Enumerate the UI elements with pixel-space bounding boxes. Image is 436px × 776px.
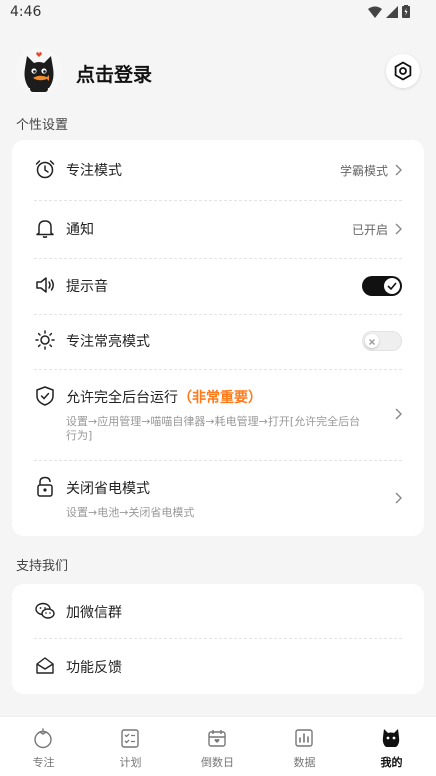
profile-header: 点击登录 [16,48,420,96]
chevron-right-icon [395,492,402,504]
mail-open-icon [36,657,54,674]
unlock-icon [37,476,53,497]
section-title-personal: 个性设置 [16,118,69,133]
chevron-right-icon [395,164,402,176]
login-button[interactable]: 点击登录 [76,60,152,87]
tab-plan[interactable]: 计划 [87,717,174,776]
divider [34,460,402,461]
notification-value: 已开启 [351,223,388,237]
check-icon [387,282,397,291]
checklist-icon [121,729,139,748]
shield-check-icon [36,386,54,406]
wechat-group-label: 加微信群 [66,605,122,621]
divider [34,258,402,259]
cross-icon [369,339,375,345]
background-run-row[interactable]: 允许完全后台运行（非常重要） 设置→应用管理→喵喵自律器→耗电管理→打开[允许完… [34,385,402,443]
background-run-emphasis: （非常重要） [178,390,262,406]
tab-countdown[interactable]: 倒数日 [174,717,261,776]
bar-chart-icon [295,729,313,747]
tab-focus[interactable]: 专注 [0,717,87,776]
speaker-icon [36,277,54,293]
chevron-right-icon [395,223,402,235]
focus-mode-value: 学霸模式 [339,164,388,178]
tab-label: 我的 [380,756,403,769]
avatar[interactable] [16,48,62,94]
sound-toggle[interactable] [362,276,402,296]
personal-settings-card: 专注模式 学霸模式 通知 已开启 提示音 专注常亮模式 允许完全后台运行（非常重… [12,140,424,536]
background-run-title: 允许完全后台运行 [66,390,178,406]
power-saving-row[interactable]: 关闭省电模式 设置→电池→关闭省电模式 [34,476,402,520]
chevron-right-icon [395,408,402,420]
alarm-clock-icon [35,160,55,179]
gear-icon [394,61,412,81]
sound-label: 提示音 [66,279,108,295]
sound-row: 提示音 [34,274,402,298]
status-bar: 4:46 [0,0,436,26]
feedback-label: 功能反馈 [66,660,122,676]
focus-mode-label: 专注模式 [66,163,122,179]
support-card: 加微信群 功能反馈 [12,584,424,694]
background-run-path: 设置→应用管理→喵喵自律器→耗电管理→打开[允许完全后台行为] [66,415,361,442]
screen-on-row: 专注常亮模式 [34,329,402,353]
divider [34,200,402,201]
tab-label: 数据 [293,756,316,769]
feedback-row[interactable]: 功能反馈 [34,655,402,679]
settings-button[interactable] [386,54,420,88]
background-run-label: 允许完全后台运行（非常重要） [66,387,262,407]
divider [34,638,402,639]
section-title-support: 支持我们 [16,559,69,574]
toggle-knob [365,334,379,348]
wechat-icon [35,602,55,619]
tab-label: 计划 [119,756,142,769]
notification-row[interactable]: 通知 已开启 [34,217,402,241]
power-saving-path: 设置→电池→关闭省电模式 [66,506,195,519]
tab-mine[interactable]: 我的 [348,717,435,776]
focus-mode-row[interactable]: 专注模式 学霸模式 [34,158,402,182]
status-icons [368,5,410,18]
tab-label: 专注 [32,756,55,769]
notification-label: 通知 [66,222,94,238]
bell-icon [36,220,54,238]
calendar-icon [208,730,226,747]
signal-icon [386,5,398,18]
status-time: 4:46 [10,4,42,20]
screen-on-toggle[interactable] [362,331,402,351]
divider [34,314,402,315]
wifi-icon [368,6,382,18]
divider [34,369,402,370]
cat-icon [382,729,400,747]
battery-icon [402,5,410,18]
cat-avatar-icon [16,48,62,94]
toggle-knob [384,278,400,294]
screen-on-label: 专注常亮模式 [66,334,150,350]
tab-data[interactable]: 数据 [261,717,348,776]
power-saving-label: 关闭省电模式 [66,481,150,497]
wechat-group-row[interactable]: 加微信群 [34,600,402,624]
tab-label: 倒数日 [201,756,234,769]
sun-icon [35,330,55,350]
tomato-icon [34,728,52,749]
bottom-tab-bar: 专注 计划 倒数日 数据 我的 [0,716,436,776]
